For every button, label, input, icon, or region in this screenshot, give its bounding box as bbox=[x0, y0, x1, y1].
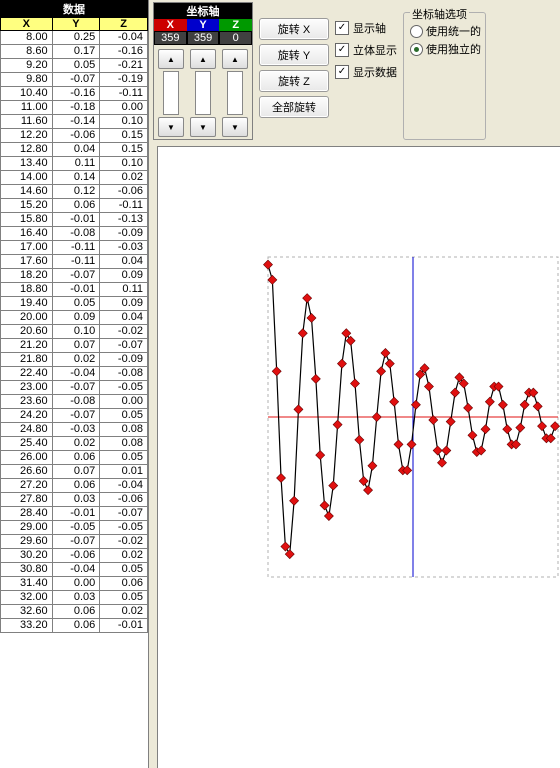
table-row: 13.400.110.10 bbox=[1, 157, 148, 171]
table-row: 26.000.060.05 bbox=[1, 451, 148, 465]
axis-header-z: Z bbox=[219, 19, 252, 31]
spinner-x[interactable]: ▲ ▼ bbox=[158, 49, 184, 137]
table-row: 30.20-0.060.02 bbox=[1, 549, 148, 563]
spinner-x-up-icon[interactable]: ▲ bbox=[158, 49, 184, 69]
unified-radio[interactable] bbox=[410, 25, 423, 38]
table-row: 15.200.06-0.11 bbox=[1, 199, 148, 213]
table-row: 27.800.03-0.06 bbox=[1, 493, 148, 507]
table-row: 8.600.17-0.16 bbox=[1, 45, 148, 59]
table-row: 15.80-0.01-0.13 bbox=[1, 213, 148, 227]
data-table: 数据 XYZ 8.000.25-0.048.600.17-0.169.200.0… bbox=[0, 0, 148, 633]
table-row: 18.80-0.010.11 bbox=[1, 283, 148, 297]
table-row: 25.400.020.08 bbox=[1, 437, 148, 451]
table-row: 14.000.140.02 bbox=[1, 171, 148, 185]
spinner-x-track[interactable] bbox=[163, 71, 179, 115]
controls-bar: 坐标轴 X Y Z 359 359 0 ▲ ▼ bbox=[149, 0, 560, 146]
col-header: Y bbox=[52, 18, 100, 31]
spinner-z-down-icon[interactable]: ▼ bbox=[222, 117, 248, 137]
spinner-z-up-icon[interactable]: ▲ bbox=[222, 49, 248, 69]
table-row: 31.400.000.06 bbox=[1, 577, 148, 591]
spinner-y-down-icon[interactable]: ▼ bbox=[190, 117, 216, 137]
spinner-y[interactable]: ▲ ▼ bbox=[190, 49, 216, 137]
table-row: 16.40-0.08-0.09 bbox=[1, 227, 148, 241]
table-row: 19.400.050.09 bbox=[1, 297, 148, 311]
axis-value-z: 0 bbox=[219, 31, 252, 45]
spinner-x-down-icon[interactable]: ▼ bbox=[158, 117, 184, 137]
col-header: Z bbox=[100, 18, 148, 31]
axis-value-y: 359 bbox=[187, 31, 220, 45]
solid-label: 立体显示 bbox=[353, 42, 397, 58]
table-row: 18.20-0.070.09 bbox=[1, 269, 148, 283]
table-row: 22.40-0.04-0.08 bbox=[1, 367, 148, 381]
axis-header-y: Y bbox=[187, 19, 220, 31]
table-row: 17.00-0.11-0.03 bbox=[1, 241, 148, 255]
table-row: 12.20-0.060.15 bbox=[1, 129, 148, 143]
table-row: 21.800.02-0.09 bbox=[1, 353, 148, 367]
table-row: 24.20-0.070.05 bbox=[1, 409, 148, 423]
table-row: 30.80-0.040.05 bbox=[1, 563, 148, 577]
axis-panel: 坐标轴 X Y Z 359 359 0 ▲ ▼ bbox=[153, 2, 253, 140]
spinner-z[interactable]: ▲ ▼ bbox=[222, 49, 248, 137]
axis-options-group: 坐标轴选项 使用统一的 使用独立的 bbox=[403, 12, 486, 140]
table-row: 23.00-0.07-0.05 bbox=[1, 381, 148, 395]
data-title: 数据 bbox=[1, 1, 148, 18]
rotate-x-button[interactable]: 旋转 X bbox=[259, 18, 329, 40]
table-row: 20.600.10-0.02 bbox=[1, 325, 148, 339]
table-row: 29.00-0.05-0.05 bbox=[1, 521, 148, 535]
plot-svg bbox=[158, 147, 560, 747]
table-row: 21.200.07-0.07 bbox=[1, 339, 148, 353]
show-data-label: 显示数据 bbox=[353, 64, 397, 80]
group-title: 坐标轴选项 bbox=[410, 6, 469, 22]
table-row: 10.40-0.16-0.11 bbox=[1, 87, 148, 101]
table-row: 11.60-0.140.10 bbox=[1, 115, 148, 129]
unified-label: 使用统一的 bbox=[426, 23, 481, 39]
table-row: 28.40-0.01-0.07 bbox=[1, 507, 148, 521]
col-header: X bbox=[1, 18, 53, 31]
axis-header-x: X bbox=[154, 19, 187, 31]
rotate-all-button[interactable]: 全部旋转 bbox=[259, 96, 329, 118]
table-row: 20.000.090.04 bbox=[1, 311, 148, 325]
table-row: 32.000.030.05 bbox=[1, 591, 148, 605]
show-data-checkbox[interactable]: ✓ bbox=[335, 65, 349, 79]
show-axis-label: 显示轴 bbox=[353, 20, 386, 36]
table-row: 8.000.25-0.04 bbox=[1, 31, 148, 45]
table-row: 9.80-0.07-0.19 bbox=[1, 73, 148, 87]
table-row: 14.600.12-0.06 bbox=[1, 185, 148, 199]
table-row: 17.60-0.110.04 bbox=[1, 255, 148, 269]
solid-checkbox[interactable]: ✓ bbox=[335, 43, 349, 57]
show-axis-checkbox[interactable]: ✓ bbox=[335, 21, 349, 35]
table-row: 11.00-0.180.00 bbox=[1, 101, 148, 115]
table-row: 26.600.070.01 bbox=[1, 465, 148, 479]
independent-radio[interactable] bbox=[410, 43, 423, 56]
independent-label: 使用独立的 bbox=[426, 41, 481, 57]
table-row: 9.200.05-0.21 bbox=[1, 59, 148, 73]
table-row: 27.200.06-0.04 bbox=[1, 479, 148, 493]
plot-area bbox=[157, 146, 560, 768]
rotate-z-button[interactable]: 旋转 Z bbox=[259, 70, 329, 92]
table-row: 24.80-0.030.08 bbox=[1, 423, 148, 437]
axis-value-x: 359 bbox=[154, 31, 187, 45]
table-row: 32.600.060.02 bbox=[1, 605, 148, 619]
table-row: 33.200.06-0.01 bbox=[1, 619, 148, 633]
table-row: 12.800.040.15 bbox=[1, 143, 148, 157]
spinner-y-track[interactable] bbox=[195, 71, 211, 115]
table-row: 23.60-0.080.00 bbox=[1, 395, 148, 409]
rotate-y-button[interactable]: 旋转 Y bbox=[259, 44, 329, 66]
axis-title: 坐标轴 bbox=[154, 3, 252, 19]
spinner-y-up-icon[interactable]: ▲ bbox=[190, 49, 216, 69]
spinner-z-track[interactable] bbox=[227, 71, 243, 115]
data-panel: 数据 XYZ 8.000.25-0.048.600.17-0.169.200.0… bbox=[0, 0, 149, 768]
table-row: 29.60-0.07-0.02 bbox=[1, 535, 148, 549]
